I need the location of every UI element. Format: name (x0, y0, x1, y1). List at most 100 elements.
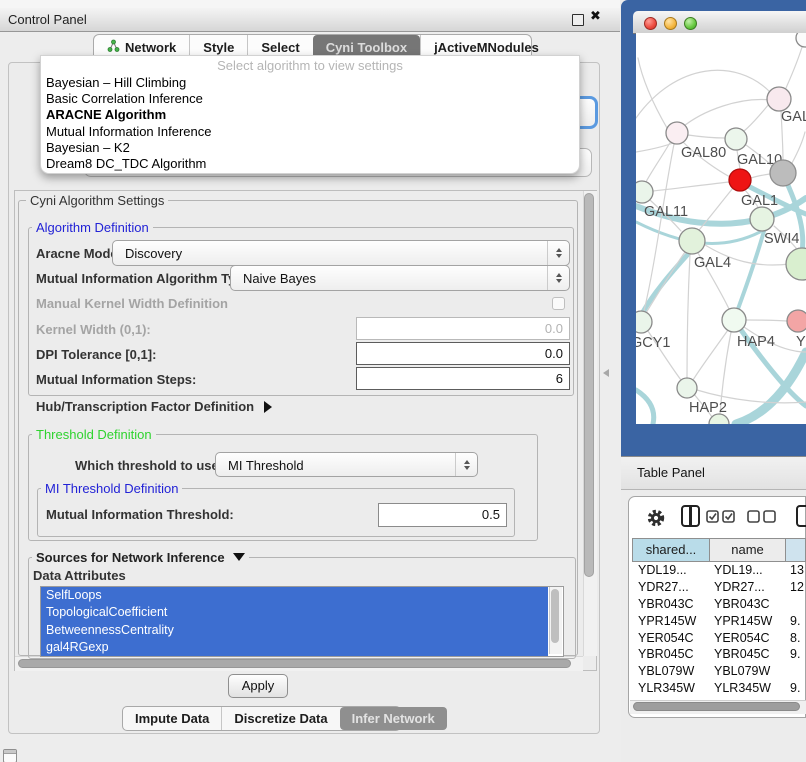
network-edge[interactable] (792, 132, 805, 163)
network-edge[interactable] (638, 58, 667, 128)
column-header-name[interactable]: name (710, 538, 786, 562)
deselect-all-icon[interactable] (747, 510, 779, 529)
network-node[interactable] (770, 160, 796, 186)
network-edge[interactable] (646, 252, 685, 313)
network-node[interactable] (722, 308, 746, 332)
attribute-item-selected[interactable]: BetweennessCentrality (41, 622, 548, 639)
network-node[interactable] (796, 33, 806, 47)
table-row[interactable]: YBR043CYBR043C (632, 596, 806, 613)
network-window-titlebar[interactable] (633, 11, 806, 34)
table-horizontal-scrollbar-thumb[interactable] (633, 702, 800, 711)
network-edge[interactable] (687, 254, 690, 378)
network-node[interactable] (729, 169, 751, 191)
manual-kernel-checkbox[interactable] (552, 297, 565, 310)
network-edge[interactable] (679, 100, 770, 130)
algorithm-option[interactable]: Basic Correlation Inference (41, 91, 579, 107)
network-edge[interactable] (653, 182, 729, 191)
mi-type-label: Mutual Information Algorithm Type: (36, 271, 255, 286)
network-edge[interactable] (688, 135, 725, 138)
network-edge-highlighted[interactable] (636, 390, 654, 424)
network-node[interactable] (767, 87, 791, 111)
column-header-partial[interactable] (786, 538, 806, 562)
close-icon[interactable]: ✖ (590, 9, 601, 24)
splitter-handle-icon[interactable] (603, 369, 609, 377)
network-node[interactable] (666, 122, 688, 144)
algorithm-option[interactable]: Mutual Information Inference (41, 124, 579, 140)
data-attributes-label: Data Attributes (33, 568, 126, 583)
network-node-label: GCY1 (636, 335, 671, 351)
network-node[interactable] (750, 207, 774, 231)
table-row[interactable]: YPR145WYPR145W9. (632, 613, 806, 630)
mi-steps-field[interactable]: 6 (356, 367, 570, 390)
network-node[interactable] (677, 378, 697, 398)
table-row[interactable]: YBL079WYBL079W (632, 663, 806, 680)
attribute-item-selected[interactable]: gal4RGexp (41, 639, 548, 656)
algorithm-option[interactable]: ARACNE Algorithm (41, 107, 579, 123)
kernel-width-label: Kernel Width (0,1): (36, 322, 151, 337)
table-row[interactable]: YDL19...YDL19...13 (632, 562, 806, 579)
algorithm-option[interactable]: Dream8 DC_TDC Algorithm (41, 156, 579, 172)
attribute-item-selected[interactable]: TopologicalCoefficient (41, 604, 548, 621)
network-node-label: Y (796, 334, 806, 350)
kernel-width-field[interactable]: 0.0 (356, 317, 570, 340)
table-panel-title: Table Panel (637, 456, 705, 490)
network-edge[interactable] (751, 174, 770, 178)
which-threshold-select[interactable]: MI Threshold (215, 452, 478, 477)
network-node[interactable] (787, 310, 806, 332)
dpi-tolerance-field[interactable]: 0.0 (356, 342, 570, 365)
algorithm-dropdown-popup: Select algorithm to view settings Bayesi… (40, 55, 580, 174)
network-edge-highlighted[interactable] (736, 352, 806, 424)
table-toolbar-partial-icon[interactable] (796, 505, 806, 527)
combo-stepper-icon (547, 266, 569, 290)
network-node-label: GAL11 (644, 204, 688, 220)
show-columns-icon[interactable] (681, 505, 700, 527)
mi-threshold-field[interactable]: 0.5 (378, 503, 507, 527)
data-attributes-list: SelfLoopsTopologicalCoefficientBetweenne… (40, 586, 564, 657)
network-edge[interactable] (786, 44, 803, 88)
minimize-traffic-light-icon[interactable] (664, 17, 677, 30)
bottom-tabbar: Impute Data Discretize Data Infer Networ… (122, 706, 401, 731)
sources-title[interactable]: Sources for Network Inference (32, 550, 249, 565)
control-panel-titlebar (0, 8, 620, 32)
tab-impute-data[interactable]: Impute Data (123, 707, 221, 730)
algorithm-option[interactable]: Bayesian – Hill Climbing (41, 75, 579, 91)
column-header-shared[interactable]: shared... (632, 538, 710, 562)
collapse-arrow-icon (233, 553, 245, 561)
network-view-canvas[interactable]: GALGAL80GAL10GAL1GAL11SWI4GAL4GCY1HAP4YH… (636, 33, 806, 424)
horizontal-scrollbar-thumb[interactable] (18, 659, 571, 668)
network-edge[interactable] (744, 104, 769, 131)
mi-threshold-label: Mutual Information Threshold: (46, 507, 234, 522)
network-node[interactable] (636, 311, 652, 333)
mi-type-select[interactable]: Naive Bayes (230, 265, 570, 291)
table-row[interactable]: YLR345WYLR345W9. (632, 680, 806, 697)
algorithm-option[interactable]: Bayesian – K2 (41, 140, 579, 156)
tab-infer-network[interactable]: Infer Network (340, 707, 447, 730)
tab-discretize-data[interactable]: Discretize Data (221, 707, 339, 730)
network-node[interactable] (786, 248, 806, 280)
network-edge-highlighted[interactable] (738, 231, 764, 309)
zoom-traffic-light-icon[interactable] (684, 17, 697, 30)
vertical-scrollbar-thumb[interactable] (584, 193, 594, 577)
network-edge[interactable] (746, 320, 787, 321)
apply-button[interactable]: Apply (228, 674, 288, 698)
threshold-definition-title: Threshold Definition (32, 427, 156, 442)
table-row[interactable]: YBR045CYBR045C9. (632, 646, 806, 663)
select-all-icon[interactable] (706, 510, 738, 529)
collapsed-panel-icon[interactable] (3, 749, 17, 762)
network-node[interactable] (679, 228, 705, 254)
float-window-icon[interactable] (572, 14, 584, 26)
hub-definition-toggle[interactable]: Hub/Transcription Factor Definition (36, 399, 272, 414)
network-node[interactable] (725, 128, 747, 150)
attribute-item-selected[interactable]: SelfLoops (41, 587, 548, 604)
network-edge[interactable] (693, 330, 728, 380)
aracne-mode-select[interactable]: Discovery (112, 240, 570, 266)
table-row[interactable]: YER054CYER054C8. (632, 630, 806, 647)
settings-gear-icon[interactable] (646, 508, 666, 533)
mi-threshold-title: MI Threshold Definition (41, 481, 182, 496)
close-traffic-light-icon[interactable] (644, 17, 657, 30)
network-edge[interactable] (636, 70, 770, 118)
network-node[interactable] (636, 181, 653, 203)
list-scrollbar-thumb[interactable] (551, 589, 559, 643)
table-row[interactable]: YDR27...YDR27...12 (632, 579, 806, 596)
network-graph: GALGAL80GAL10GAL1GAL11SWI4GAL4GCY1HAP4YH… (636, 33, 806, 424)
